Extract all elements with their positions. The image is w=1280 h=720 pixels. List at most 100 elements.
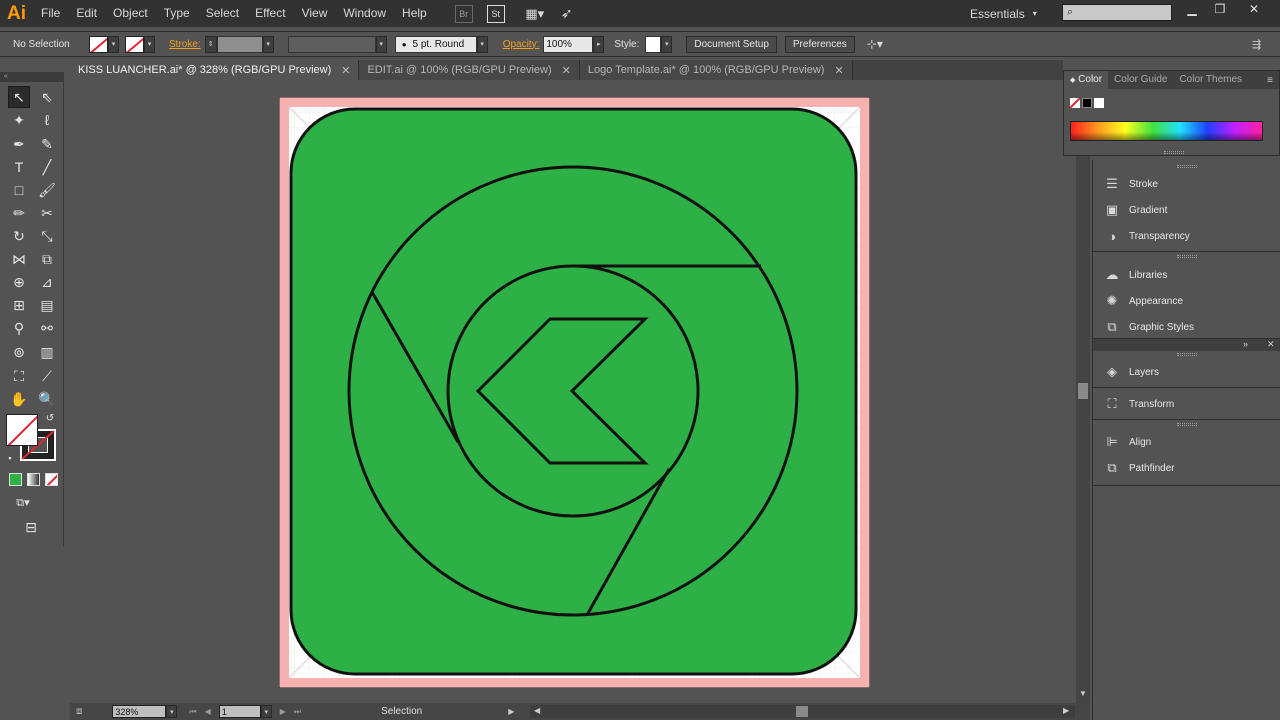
menu-object[interactable]: Object — [105, 0, 156, 27]
tab-color-guide[interactable]: Color Guide — [1108, 71, 1173, 89]
eyedropper-tool-icon[interactable]: ⚲ — [8, 317, 30, 339]
scroll-thumb[interactable] — [1078, 383, 1088, 399]
menu-window[interactable]: Window — [335, 0, 394, 27]
menu-edit[interactable]: Edit — [68, 0, 105, 27]
panel-appearance[interactable]: ✺ Appearance — [1093, 288, 1280, 314]
paintbrush-tool-icon[interactable]: 🖌 — [36, 179, 58, 201]
opacity-label[interactable]: Opacity: — [503, 39, 540, 50]
menu-file[interactable]: File — [33, 0, 68, 27]
scroll-right-icon[interactable]: ▶ — [1063, 706, 1069, 715]
black-swatch[interactable] — [1082, 98, 1092, 108]
arrange-documents-icon[interactable]: ▦▾ — [521, 5, 549, 23]
rectangle-tool-icon[interactable]: □ — [8, 179, 30, 201]
close-icon[interactable]: ✕ — [834, 64, 843, 77]
scale-tool-icon[interactable]: ⤡ — [36, 225, 58, 247]
tab-color[interactable]: ◆ Color — [1064, 70, 1109, 90]
tab-logo-template[interactable]: Logo Template.ai* @ 100% (RGB/GPU Previe… — [579, 60, 853, 80]
gpu-performance-icon[interactable]: ➶ — [557, 5, 577, 23]
panel-menu-icon[interactable]: ⇶ — [1252, 38, 1261, 51]
menu-type[interactable]: Type — [156, 0, 198, 27]
stroke-swatch[interactable] — [125, 35, 144, 53]
zoom-dropdown[interactable]: ▾ — [166, 705, 178, 718]
slice-tool-icon[interactable]: ⟋ — [36, 365, 58, 387]
white-swatch[interactable] — [1094, 98, 1104, 108]
brush-definition-field[interactable]: ● 5 pt. Round — [394, 35, 477, 53]
stroke-weight-dropdown[interactable]: ▾ — [262, 35, 274, 53]
panel-grip-icon[interactable] — [1177, 423, 1197, 426]
last-artboard-icon[interactable]: ⏭ — [294, 707, 301, 717]
none-mode-icon[interactable] — [45, 473, 58, 486]
panel-align[interactable]: ⊫ Align — [1093, 429, 1280, 455]
menu-help[interactable]: Help — [394, 0, 435, 27]
menu-effect[interactable]: Effect — [247, 0, 293, 27]
artboard-dropdown[interactable]: ▾ — [260, 705, 272, 718]
direct-selection-tool-icon[interactable]: ⇖ — [36, 86, 58, 108]
panel-grip-icon[interactable] — [1177, 165, 1197, 168]
status-menu-icon[interactable]: ▶ — [508, 707, 514, 716]
free-transform-tool-icon[interactable]: ⧉ — [36, 248, 58, 270]
tab-edit[interactable]: EDIT.ai @ 100% (RGB/GPU Preview) ✕ — [359, 60, 580, 80]
scroll-thumb[interactable] — [796, 706, 808, 717]
selection-tool-icon[interactable]: ↖ — [8, 86, 30, 108]
blend-tool-icon[interactable]: ⚯ — [36, 317, 58, 339]
zoom-field[interactable]: 328% — [112, 705, 167, 718]
draw-mode-icon[interactable]: ⧉▾ — [8, 492, 38, 514]
panel-grip-icon[interactable] — [1164, 151, 1184, 154]
opacity-field[interactable]: 100% — [543, 35, 594, 53]
panel-stroke[interactable]: ☰ Stroke — [1093, 171, 1280, 197]
canvas-area[interactable] — [70, 80, 1075, 703]
gradient-tool-icon[interactable]: ▤ — [36, 294, 58, 316]
pencil-tool-icon[interactable]: ✏ — [8, 202, 30, 224]
stock-icon[interactable]: St — [486, 4, 505, 23]
next-artboard-icon[interactable]: ▶ — [280, 707, 286, 716]
mesh-tool-icon[interactable]: ⊞ — [8, 294, 30, 316]
tab-kiss-launcher[interactable]: KISS LUANCHER.ai* @ 328% (RGB/GPU Previe… — [70, 60, 360, 80]
gradient-mode-icon[interactable] — [27, 473, 40, 486]
fill-swatch[interactable] — [89, 35, 108, 53]
first-artboard-icon[interactable]: ⏮ — [189, 707, 196, 717]
collapse-icon[interactable]: « — [0, 72, 63, 82]
close-icon[interactable]: ✕ — [562, 64, 571, 77]
menu-view[interactable]: View — [294, 0, 336, 27]
variable-width-field[interactable] — [287, 35, 376, 53]
close-icon[interactable]: ✕ — [341, 64, 350, 77]
zoom-tool-icon[interactable]: 🔍 — [36, 388, 58, 410]
panel-layers[interactable]: ◈ Layers — [1093, 359, 1280, 385]
current-tool-status[interactable]: Selection — [381, 706, 422, 717]
style-dropdown[interactable]: ▾ — [661, 35, 673, 53]
scroll-left-icon[interactable]: ◀ — [534, 706, 540, 715]
style-swatch[interactable] — [645, 35, 662, 53]
line-tool-icon[interactable]: ╱ — [36, 156, 58, 178]
default-colors-icon[interactable]: ▪ — [4, 452, 16, 464]
hand-tool-icon[interactable]: ✋ — [8, 388, 30, 410]
opacity-dropdown[interactable]: ▸ — [593, 35, 605, 53]
shape-builder-tool-icon[interactable]: ⊕ — [8, 271, 30, 293]
width-tool-icon[interactable]: ⋈ — [8, 248, 30, 270]
panel-libraries[interactable]: ☁ Libraries — [1093, 262, 1280, 288]
stroke-label[interactable]: Stroke: — [169, 39, 201, 50]
fill-dropdown[interactable]: ▾ — [108, 35, 119, 53]
curvature-tool-icon[interactable]: ✎ — [36, 133, 58, 155]
artboard[interactable] — [279, 97, 870, 688]
tab-color-themes[interactable]: Color Themes — [1173, 71, 1248, 89]
collapse-icon[interactable]: » — [1243, 339, 1248, 349]
panel-pathfinder[interactable]: ⧉ Pathfinder — [1093, 455, 1280, 481]
type-tool-icon[interactable]: T — [8, 156, 30, 178]
panel-menu-icon[interactable]: ≡ — [1267, 75, 1273, 86]
document-setup-button[interactable]: Document Setup — [686, 35, 777, 53]
previous-artboard-icon[interactable]: ◀ — [205, 707, 211, 716]
swap-fill-stroke-icon[interactable]: ↺ — [44, 412, 56, 424]
panel-grip-icon[interactable] — [1177, 255, 1197, 258]
artboard-nav-icon[interactable]: ⧈ — [76, 706, 82, 717]
color-spectrum[interactable] — [1070, 121, 1263, 141]
transform-options-icon[interactable]: ⊹▾ — [867, 37, 883, 51]
bridge-icon[interactable]: Br — [454, 4, 473, 23]
none-swatch[interactable] — [1070, 98, 1080, 108]
scissors-tool-icon[interactable]: ✂ — [36, 202, 58, 224]
brush-dropdown[interactable]: ▾ — [476, 35, 488, 53]
panel-grip-icon[interactable] — [1177, 353, 1197, 356]
symbol-sprayer-tool-icon[interactable]: ⊚ — [8, 341, 30, 363]
preferences-button[interactable]: Preferences — [784, 35, 855, 53]
magic-wand-tool-icon[interactable]: ✦ — [8, 109, 30, 131]
vertical-scrollbar[interactable]: ▲ ▼ — [1076, 80, 1090, 703]
